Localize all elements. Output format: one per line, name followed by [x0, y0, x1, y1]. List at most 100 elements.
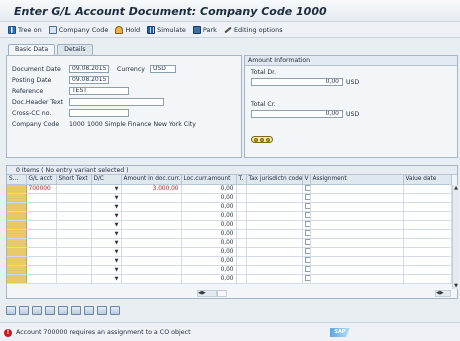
tax-jurisdiction-cell[interactable]: [246, 274, 303, 284]
debit-credit-cell[interactable]: ▼: [91, 211, 122, 221]
chevron-down-icon[interactable]: ▼: [115, 204, 119, 210]
tax-jurisdiction-cell[interactable]: [246, 265, 303, 275]
local-amount-cell[interactable]: 0,00: [181, 202, 237, 212]
gl-account-cell[interactable]: [26, 265, 57, 275]
debit-credit-cell[interactable]: ▼: [91, 202, 122, 212]
grid-vertical-scrollbar[interactable]: ▲ ▼: [452, 185, 458, 289]
row-selector[interactable]: [7, 274, 27, 284]
hold-button[interactable]: Hold: [115, 25, 140, 34]
gl-account-cell[interactable]: [26, 247, 57, 257]
scroll-down-icon[interactable]: ▼: [453, 283, 459, 289]
select-all-icon[interactable]: [19, 305, 29, 315]
checkbox[interactable]: [304, 239, 309, 246]
chevron-down-icon[interactable]: ▼: [115, 249, 119, 255]
checkbox[interactable]: [304, 194, 309, 201]
tax-cell[interactable]: [236, 202, 247, 212]
local-amount-cell[interactable]: 0,00: [181, 265, 237, 275]
v-cell[interactable]: [302, 193, 311, 203]
tax-cell[interactable]: [236, 247, 247, 257]
debit-credit-cell[interactable]: ▼: [91, 274, 122, 284]
details-icon[interactable]: [6, 305, 16, 315]
value-date-cell[interactable]: [403, 256, 452, 266]
amount-cell[interactable]: [121, 229, 182, 239]
assignment-cell[interactable]: [310, 211, 404, 221]
col-v[interactable]: V: [302, 175, 311, 185]
tax-cell[interactable]: [236, 229, 247, 239]
local-amount-cell[interactable]: 0,00: [181, 256, 237, 266]
short-text-cell[interactable]: [56, 211, 92, 221]
checkbox[interactable]: [304, 185, 309, 192]
tax-cell[interactable]: [236, 220, 247, 230]
local-amount-cell[interactable]: 0,00: [181, 211, 237, 221]
currency-field[interactable]: USD: [150, 65, 176, 73]
tax-cell[interactable]: [236, 184, 247, 194]
col-tax-jurisdiction[interactable]: Tax jurisdictn code: [246, 175, 303, 185]
row-selector[interactable]: [7, 202, 27, 212]
short-text-cell[interactable]: [56, 256, 92, 266]
reference-field[interactable]: TEST: [69, 87, 129, 95]
short-text-cell[interactable]: [56, 193, 92, 203]
v-cell[interactable]: [302, 274, 311, 284]
gl-account-cell[interactable]: [26, 202, 57, 212]
table-row[interactable]: ▼ 0,00: [7, 229, 452, 239]
col-assignment[interactable]: Assignment: [310, 175, 404, 185]
gl-account-cell[interactable]: [26, 220, 57, 230]
tax-jurisdiction-cell[interactable]: [246, 184, 303, 194]
gl-account-cell[interactable]: [26, 238, 57, 248]
local-amount-cell[interactable]: 0,00: [181, 184, 237, 194]
assignment-cell[interactable]: [310, 184, 404, 194]
short-text-cell[interactable]: [56, 247, 92, 257]
table-row[interactable]: ▼ 0,00: [7, 193, 452, 203]
posting-date-field[interactable]: 09.08.2015: [69, 76, 109, 84]
assignment-cell[interactable]: [310, 247, 404, 257]
table-row[interactable]: ▼ 0,00: [7, 256, 452, 266]
amount-cell[interactable]: [121, 265, 182, 275]
grid-horizontal-scroll-right[interactable]: ◀▶: [435, 290, 451, 297]
simulate-button[interactable]: Simulate: [147, 25, 186, 34]
value-date-cell[interactable]: [403, 202, 452, 212]
col-value-date[interactable]: Value date: [403, 175, 452, 185]
tax-jurisdiction-cell[interactable]: [246, 202, 303, 212]
local-amount-cell[interactable]: 0,00: [181, 193, 237, 203]
table-row[interactable]: ▼ 0,00: [7, 274, 452, 284]
short-text-cell[interactable]: [56, 238, 92, 248]
short-text-cell[interactable]: [56, 229, 92, 239]
assignment-cell[interactable]: [310, 274, 404, 284]
filter-icon[interactable]: [110, 305, 120, 315]
amount-cell[interactable]: [121, 211, 182, 221]
chevron-down-icon[interactable]: ▼: [115, 195, 119, 201]
tax-cell[interactable]: [236, 256, 247, 266]
row-selector[interactable]: [7, 184, 27, 194]
tax-cell[interactable]: [236, 265, 247, 275]
tax-jurisdiction-cell[interactable]: [246, 211, 303, 221]
checkbox[interactable]: [304, 203, 309, 210]
debit-credit-cell[interactable]: ▼: [91, 265, 122, 275]
table-row[interactable]: ▼ 0,00: [7, 202, 452, 212]
short-text-cell[interactable]: [56, 184, 92, 194]
chevron-down-icon[interactable]: ▼: [115, 267, 119, 273]
tax-jurisdiction-cell[interactable]: [246, 193, 303, 203]
assignment-cell[interactable]: [310, 220, 404, 230]
tab-basic-data[interactable]: Basic Data: [8, 44, 56, 55]
tax-cell[interactable]: [236, 211, 247, 221]
tax-jurisdiction-cell[interactable]: [246, 220, 303, 230]
v-cell[interactable]: [302, 229, 311, 239]
amount-cell[interactable]: [121, 193, 182, 203]
value-date-cell[interactable]: [403, 184, 452, 194]
checkbox[interactable]: [304, 230, 309, 237]
value-date-cell[interactable]: [403, 274, 452, 284]
assignment-cell[interactable]: [310, 229, 404, 239]
value-date-cell[interactable]: [403, 265, 452, 275]
v-cell[interactable]: [302, 211, 311, 221]
chevron-down-icon[interactable]: ▼: [115, 186, 119, 192]
tab-details[interactable]: Details: [57, 44, 93, 55]
amount-cell[interactable]: [121, 220, 182, 230]
table-row[interactable]: ▼ 0,00: [7, 238, 452, 248]
tax-jurisdiction-cell[interactable]: [246, 238, 303, 248]
debit-credit-cell[interactable]: ▼: [91, 184, 122, 194]
gl-account-cell[interactable]: [26, 274, 57, 284]
assignment-cell[interactable]: [310, 265, 404, 275]
chevron-down-icon[interactable]: ▼: [115, 276, 119, 282]
company-code-button[interactable]: Company Code: [48, 25, 108, 34]
gl-account-cell[interactable]: [26, 229, 57, 239]
